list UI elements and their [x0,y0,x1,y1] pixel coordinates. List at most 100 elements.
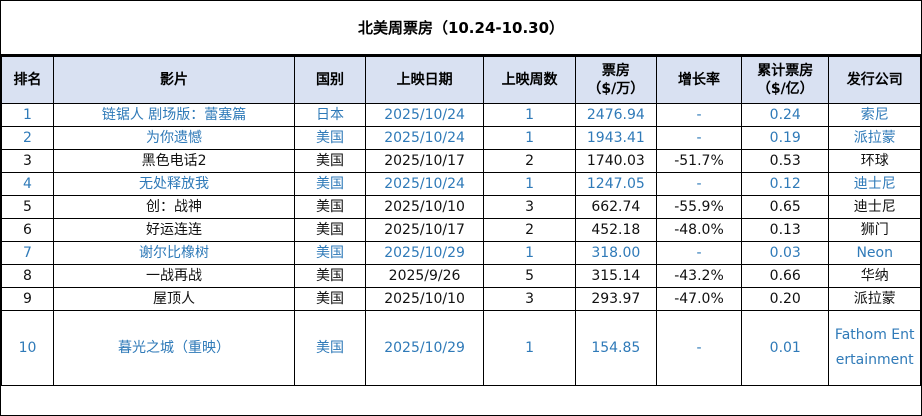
cell-distributor: 迪士尼 [828,172,921,196]
cell-total: 0.13 [741,218,830,242]
cell-rank: 10 [1,310,54,386]
cell-gross: 315.14 [574,264,657,288]
header-film: 影片 [52,56,296,104]
cell-film: 黑色电话2 [52,149,296,173]
cell-film: 好运连连 [52,218,296,242]
cell-gross: 1740.03 [574,149,657,173]
cell-total: 0.19 [741,126,830,150]
cell-weeks: 1 [483,126,576,150]
cell-total: 0.20 [741,287,830,311]
header-row: 排名 影片 国别 上映日期 上映周数 票房 （$/万） 增长率 累计票房 （$/亿）… [1,56,921,104]
header-change: 增长率 [655,56,743,104]
cell-total: 0.12 [741,172,830,196]
cell-film: 一战再战 [52,264,296,288]
header-total-line1: 累计票房 [757,63,814,79]
cell-date: 2025/10/29 [364,241,485,265]
cell-gross: 662.74 [574,195,657,219]
cell-film: 创：战神 [52,195,296,219]
header-gross: 票房 （$/万） [574,56,657,104]
box-office-panel: 北美周票房（10.24-10.30） 排名 影片 国别 上映日期 上映周数 票房… [0,0,922,416]
cell-weeks: 1 [483,103,576,127]
cell-country: 美国 [294,149,366,173]
cell-distributor: 派拉蒙 [828,126,921,150]
cell-weeks: 5 [483,264,576,288]
cell-change: -48.0% [655,218,743,242]
cell-change: -47.0% [655,287,743,311]
cell-gross: 2476.94 [574,103,657,127]
cell-date: 2025/10/10 [364,195,485,219]
cell-distributor: 华纳 [828,264,921,288]
header-release-date: 上映日期 [364,56,485,104]
header-rank: 排名 [1,56,54,104]
cell-date: 2025/9/26 [364,264,485,288]
table-row: 8 一战再战 美国 2025/9/26 5 315.14 -43.2% 0.66 华纳 [1,264,921,288]
cell-weeks: 1 [483,310,576,386]
cell-rank: 8 [1,264,54,288]
table-row: 10 暮光之城（重映） 美国 2025/10/29 1 154.85-0.01 Fathom… [1,310,921,386]
cell-change: - [655,103,743,127]
table-body: 1 链锯人 剧场版：蕾塞篇 日本 2025/10/24 1 2476.94-0.24 索尼 2… [1,103,921,386]
table-row: 3 黑色电话2 美国 2025/10/17 2 1740.03 -51.7% 0.53 环球 [1,149,921,173]
cell-distributor: 派拉蒙 [828,287,921,311]
cell-country: 美国 [294,310,366,386]
cell-total: 0.01 [741,310,830,386]
cell-gross: 1943.41 [574,126,657,150]
cell-change: -43.2% [655,264,743,288]
cell-country: 美国 [294,126,366,150]
cell-weeks: 1 [483,172,576,196]
cell-gross: 293.97 [574,287,657,311]
cell-film: 为你遗憾 [52,126,296,150]
header-gross-line2: （$/万） [587,81,645,97]
table-row: 7 谢尔比橡树 美国 2025/10/29 1 318.00-0.03 Neon [1,241,921,265]
cell-date: 2025/10/29 [364,310,485,386]
table-row: 9 屋顶人 美国 2025/10/10 3 293.97 -47.0% 0.20 派拉蒙 [1,287,921,311]
cell-rank: 9 [1,287,54,311]
cell-change: - [655,126,743,150]
cell-film: 无处释放我 [52,172,296,196]
cell-country: 美国 [294,287,366,311]
header-total: 累计票房 （$/亿） [741,56,830,104]
cell-date: 2025/10/10 [364,287,485,311]
cell-gross: 318.00 [574,241,657,265]
cell-distributor: 狮门 [828,218,921,242]
cell-distributor: 索尼 [828,103,921,127]
cell-distributor: 环球 [828,149,921,173]
cell-film: 链锯人 剧场版：蕾塞篇 [52,103,296,127]
table-title: 北美周票房（10.24-10.30） [1,1,921,56]
cell-country: 美国 [294,218,366,242]
cell-gross: 452.18 [574,218,657,242]
cell-total: 0.03 [741,241,830,265]
cell-film: 屋顶人 [52,287,296,311]
table-row: 5 创：战神 美国 2025/10/10 3 662.74 -55.9% 0.65 迪士尼 [1,195,921,219]
cell-distributor: 迪士尼 [828,195,921,219]
cell-total: 0.24 [741,103,830,127]
cell-weeks: 3 [483,195,576,219]
table-row: 4 无处释放我 美国 2025/10/24 1 1247.05-0.12 迪士尼 [1,172,921,196]
cell-rank: 5 [1,195,54,219]
cell-date: 2025/10/24 [364,103,485,127]
cell-change: -51.7% [655,149,743,173]
cell-change: -55.9% [655,195,743,219]
table-row: 2 为你遗憾 美国 2025/10/24 1 1943.41-0.19 派拉蒙 [1,126,921,150]
cell-distributor: Neon [828,241,921,265]
header-gross-line1: 票房 [601,63,630,79]
cell-country: 日本 [294,103,366,127]
header-total-line2: （$/亿） [756,81,814,97]
cell-distributor: Fathom Entertainment [828,310,921,386]
cell-rank: 7 [1,241,54,265]
cell-rank: 2 [1,126,54,150]
cell-total: 0.65 [741,195,830,219]
cell-date: 2025/10/17 [364,218,485,242]
cell-weeks: 2 [483,149,576,173]
cell-gross: 1247.05 [574,172,657,196]
cell-rank: 4 [1,172,54,196]
cell-date: 2025/10/24 [364,126,485,150]
cell-country: 美国 [294,264,366,288]
cell-change: - [655,310,743,386]
header-country: 国别 [294,56,366,104]
cell-date: 2025/10/17 [364,149,485,173]
box-office-table: 排名 影片 国别 上映日期 上映周数 票房 （$/万） 增长率 累计票房 （$/亿）… [1,56,921,386]
cell-rank: 1 [1,103,54,127]
cell-weeks: 2 [483,218,576,242]
table-row: 1 链锯人 剧场版：蕾塞篇 日本 2025/10/24 1 2476.94-0.24 索尼 [1,103,921,127]
